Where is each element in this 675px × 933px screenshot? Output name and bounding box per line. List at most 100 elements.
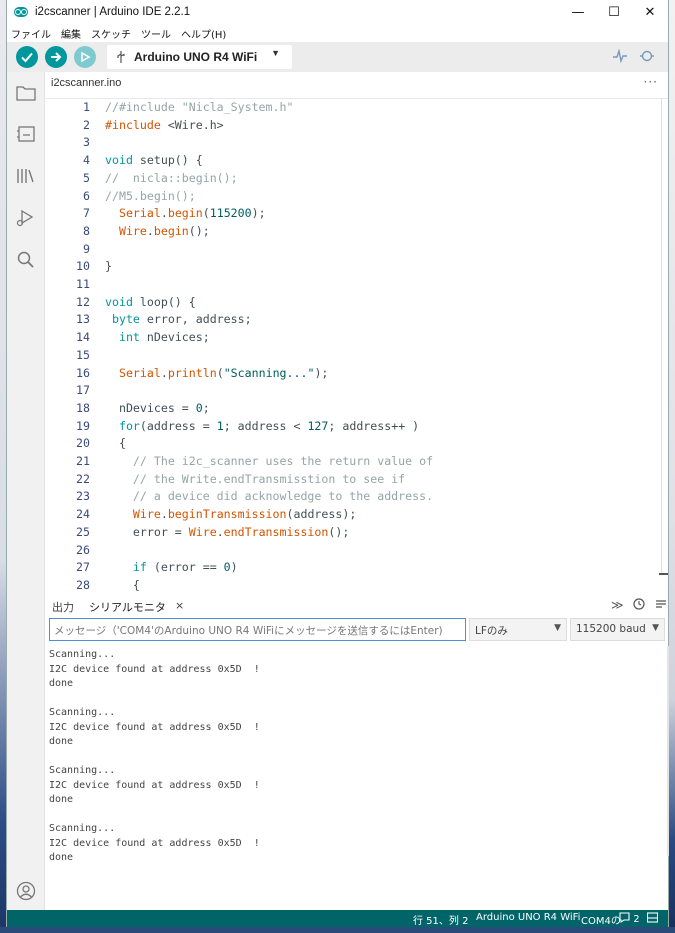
code-line[interactable]: 21 // The i2c_scanner uses the return va…: [45, 453, 668, 471]
code-text[interactable]: // nicla::begin();: [105, 170, 238, 188]
search-button[interactable]: [15, 249, 37, 271]
code-line[interactable]: 19 for(address = 1; address < 127; addre…: [45, 418, 668, 436]
code-text[interactable]: nDevices = 0;: [105, 400, 210, 418]
code-line[interactable]: 5 // nicla::begin();: [45, 170, 668, 188]
magnifier-icon: [640, 50, 654, 62]
toolbar: Arduino UNO R4 WiFi ▼: [7, 42, 668, 72]
account-button[interactable]: [15, 880, 37, 902]
tab-output[interactable]: 出力: [52, 599, 74, 615]
clear-output-icon[interactable]: [655, 598, 667, 613]
tab-i2cscanner[interactable]: i2cscanner.ino: [51, 77, 121, 89]
code-line[interactable]: 22 // the Write.endTransmisstion to see …: [45, 471, 668, 489]
code-line[interactable]: 6 //M5.begin();: [45, 188, 668, 206]
chevron-down-icon: ▼: [271, 48, 280, 58]
baud-rate-select[interactable]: 115200 baud ▼: [570, 618, 665, 641]
code-text[interactable]: //#include "Nicla_System.h": [105, 99, 293, 117]
tab-serial-monitor[interactable]: シリアルモニタ: [89, 599, 166, 615]
serial-message-input[interactable]: メッセージ（'COM4'のArduino UNO R4 WiFiにメッセージを送…: [49, 618, 466, 641]
maximize-button[interactable]: ☐: [596, 0, 632, 24]
code-text[interactable]: Serial.println("Scanning...");: [105, 365, 328, 383]
minimize-button[interactable]: —: [560, 0, 596, 24]
notifications-indicator[interactable]: 2: [619, 912, 640, 925]
code-line[interactable]: 11: [45, 276, 668, 294]
code-line[interactable]: 2 #include <Wire.h>: [45, 117, 668, 135]
code-line[interactable]: 15: [45, 347, 668, 365]
close-window-button[interactable]: ✕: [632, 0, 668, 24]
code-text[interactable]: // The i2c_scanner uses the return value…: [105, 453, 433, 471]
sketchbook-button[interactable]: [15, 82, 37, 104]
editor-scrollbar[interactable]: [659, 99, 668, 591]
more-actions-icon[interactable]: ···: [644, 75, 658, 89]
code-line[interactable]: 3: [45, 134, 668, 152]
board-name: Arduino UNO R4 WiFi: [134, 50, 258, 64]
code-text[interactable]: // a device did acknowledge to the addre…: [105, 488, 433, 506]
status-port[interactable]: COM4の: [581, 912, 621, 927]
code-text[interactable]: // the Write.endTransmisstion to see if: [105, 471, 405, 489]
code-line[interactable]: 17: [45, 382, 668, 400]
code-text[interactable]: //M5.begin();: [105, 188, 196, 206]
code-text[interactable]: #include <Wire.h>: [105, 117, 224, 135]
library-manager-button[interactable]: [15, 165, 37, 187]
code-line[interactable]: 1 //#include "Nicla_System.h": [45, 99, 668, 117]
code-line[interactable]: 28 {: [45, 577, 668, 591]
code-text[interactable]: void setup() {: [105, 152, 203, 170]
board-selector[interactable]: Arduino UNO R4 WiFi ▼: [107, 45, 292, 69]
code-text[interactable]: void loop() {: [105, 294, 196, 312]
code-line[interactable]: 7 Serial.begin(115200);: [45, 205, 668, 223]
code-line[interactable]: 16 Serial.println("Scanning...");: [45, 365, 668, 383]
code-line[interactable]: 13 byte error, address;: [45, 311, 668, 329]
timestamp-clock-icon[interactable]: [633, 598, 645, 613]
code-line[interactable]: 4 void setup() {: [45, 152, 668, 170]
debug-icon: [16, 209, 34, 227]
code-line[interactable]: 9: [45, 241, 668, 259]
menu-edit[interactable]: 編集: [61, 26, 81, 41]
debug-button[interactable]: [74, 46, 96, 68]
close-serial-tab-icon[interactable]: ×: [175, 599, 184, 612]
pulse-icon: [613, 48, 627, 64]
code-text[interactable]: Wire.begin();: [105, 223, 210, 241]
serial-output: Scanning... I2C device found at address 0…: [49, 648, 659, 906]
upload-button[interactable]: [45, 46, 67, 68]
menu-sketch[interactable]: スケッチ: [91, 26, 131, 41]
serial-plotter-button[interactable]: [612, 48, 628, 67]
debug-view-button[interactable]: [15, 207, 37, 229]
serial-output-scrollbar[interactable]: [667, 646, 669, 856]
title-bar: i2cscanner | Arduino IDE 2.2.1 — ☐ ✕: [7, 0, 668, 24]
code-text[interactable]: byte error, address;: [105, 311, 252, 329]
code-line[interactable]: 8 Wire.begin();: [45, 223, 668, 241]
code-line[interactable]: 27 if (error == 0): [45, 559, 668, 577]
code-text[interactable]: for(address = 1; address < 127; address+…: [105, 418, 419, 436]
toggle-panel-icon[interactable]: [646, 912, 659, 926]
status-board[interactable]: Arduino UNO R4 WiFi: [476, 912, 580, 923]
code-text[interactable]: {: [105, 577, 140, 591]
code-line[interactable]: 14 int nDevices;: [45, 329, 668, 347]
toggle-autoscroll-icon[interactable]: ≫: [611, 598, 624, 612]
code-line[interactable]: 18 nDevices = 0;: [45, 400, 668, 418]
menu-tools[interactable]: ツール: [141, 26, 171, 41]
menu-help[interactable]: ヘルプ(H): [181, 26, 226, 41]
code-line[interactable]: 24 Wire.beginTransmission(address);: [45, 506, 668, 524]
serial-input-bar: メッセージ（'COM4'のArduino UNO R4 WiFiにメッセージを送…: [45, 617, 668, 643]
cursor-position[interactable]: 行 51、列 2: [413, 912, 468, 927]
line-number: 21: [76, 454, 90, 468]
menu-file[interactable]: ファイル: [11, 26, 51, 41]
serial-monitor-button[interactable]: [639, 49, 655, 67]
code-text[interactable]: Serial.begin(115200);: [105, 205, 266, 223]
code-text[interactable]: error = Wire.endTransmission();: [105, 524, 349, 542]
code-line[interactable]: 25 error = Wire.endTransmission();: [45, 524, 668, 542]
code-line[interactable]: 23 // a device did acknowledge to the ad…: [45, 488, 668, 506]
code-text[interactable]: if (error == 0): [105, 559, 238, 577]
code-line[interactable]: 12 void loop() {: [45, 294, 668, 312]
line-ending-select[interactable]: LFのみ ▼: [469, 618, 567, 641]
verify-button[interactable]: [16, 46, 38, 68]
chevron-down-icon: ▼: [554, 623, 561, 633]
code-text[interactable]: }: [105, 258, 112, 276]
code-line[interactable]: 26: [45, 542, 668, 560]
code-text[interactable]: Wire.beginTransmission(address);: [105, 506, 356, 524]
code-line[interactable]: 10}: [45, 258, 668, 276]
code-text[interactable]: {: [105, 435, 126, 453]
code-line[interactable]: 20 {: [45, 435, 668, 453]
code-text[interactable]: int nDevices;: [105, 329, 210, 347]
code-editor[interactable]: 1 //#include "Nicla_System.h" 2 #include <W…: [45, 99, 668, 591]
boards-manager-button[interactable]: [15, 123, 37, 145]
